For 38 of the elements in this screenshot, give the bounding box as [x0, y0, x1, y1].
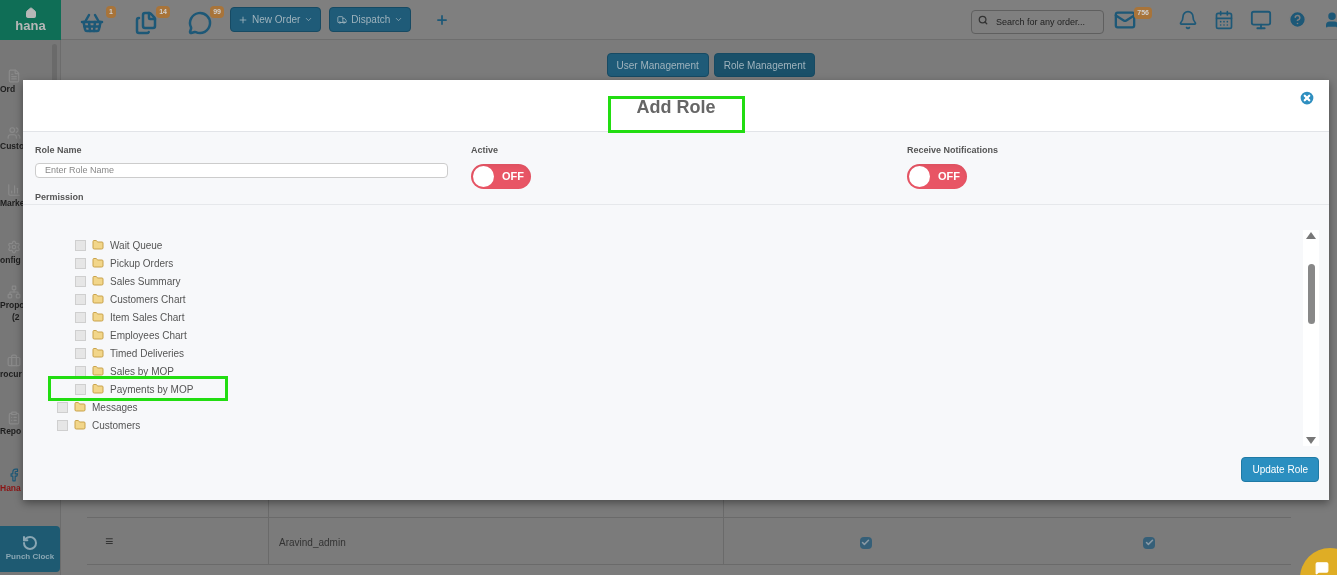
- tree-item[interactable]: Timed Deliveries: [110, 345, 185, 361]
- toggle-switch[interactable]: OFF: [907, 163, 967, 189]
- page-tab[interactable]: Role Management: [713, 53, 816, 77]
- menu-button[interactable]: New Order: [230, 7, 322, 32]
- punch-clock-button[interactable]: Punch Clock: [0, 526, 60, 572]
- sidebar-item[interactable]: Propo: [0, 299, 25, 311]
- field-label: Role Name: [35, 144, 83, 157]
- tree-item[interactable]: Employees Chart: [110, 327, 187, 343]
- sidebar-item[interactable]: Custo: [0, 140, 25, 152]
- tree-item[interactable]: Item Sales Chart: [110, 309, 185, 325]
- section-label: Permission: [35, 190, 85, 204]
- sidebar-item-count: (2: [11, 311, 20, 323]
- tree-item[interactable]: Payments by MOP: [110, 381, 194, 397]
- tree-item[interactable]: Customers Chart: [110, 291, 186, 307]
- table-cell: Aravind_admin: [269, 518, 724, 564]
- dialog-title: Add Role: [636, 98, 716, 119]
- tree-item[interactable]: Pickup Orders: [110, 255, 174, 271]
- tree-item[interactable]: Wait Queue: [110, 237, 163, 253]
- tree-item[interactable]: Sales Summary: [110, 273, 181, 289]
- update-role-button[interactable]: Update Role: [1241, 457, 1319, 482]
- drag-handle[interactable]: ≡: [87, 518, 269, 564]
- field-label: Receive Notifications: [907, 144, 999, 157]
- sidebar-item[interactable]: Hana: [0, 482, 21, 494]
- sidebar-item[interactable]: Marke: [0, 197, 25, 209]
- logo[interactable]: hana: [0, 0, 61, 40]
- toggle-switch[interactable]: OFF: [471, 163, 531, 189]
- tree-item[interactable]: Customers: [92, 417, 141, 433]
- tree-item[interactable]: Messages: [92, 399, 138, 415]
- search-field[interactable]: Search for any order...: [971, 9, 1104, 34]
- sidebar-item[interactable]: rocur: [0, 368, 22, 380]
- sidebar-item[interactable]: Ord: [0, 83, 16, 95]
- sidebar-item[interactable]: onfig: [0, 254, 21, 266]
- page-tab[interactable]: User Management: [606, 53, 709, 77]
- tree-item[interactable]: Sales by MOP: [110, 363, 174, 379]
- menu-button[interactable]: Dispatch: [329, 7, 412, 32]
- role-name-field[interactable]: Enter Role Name: [35, 162, 448, 178]
- field-label: Active: [471, 144, 498, 157]
- sidebar-item[interactable]: Repo: [0, 425, 22, 437]
